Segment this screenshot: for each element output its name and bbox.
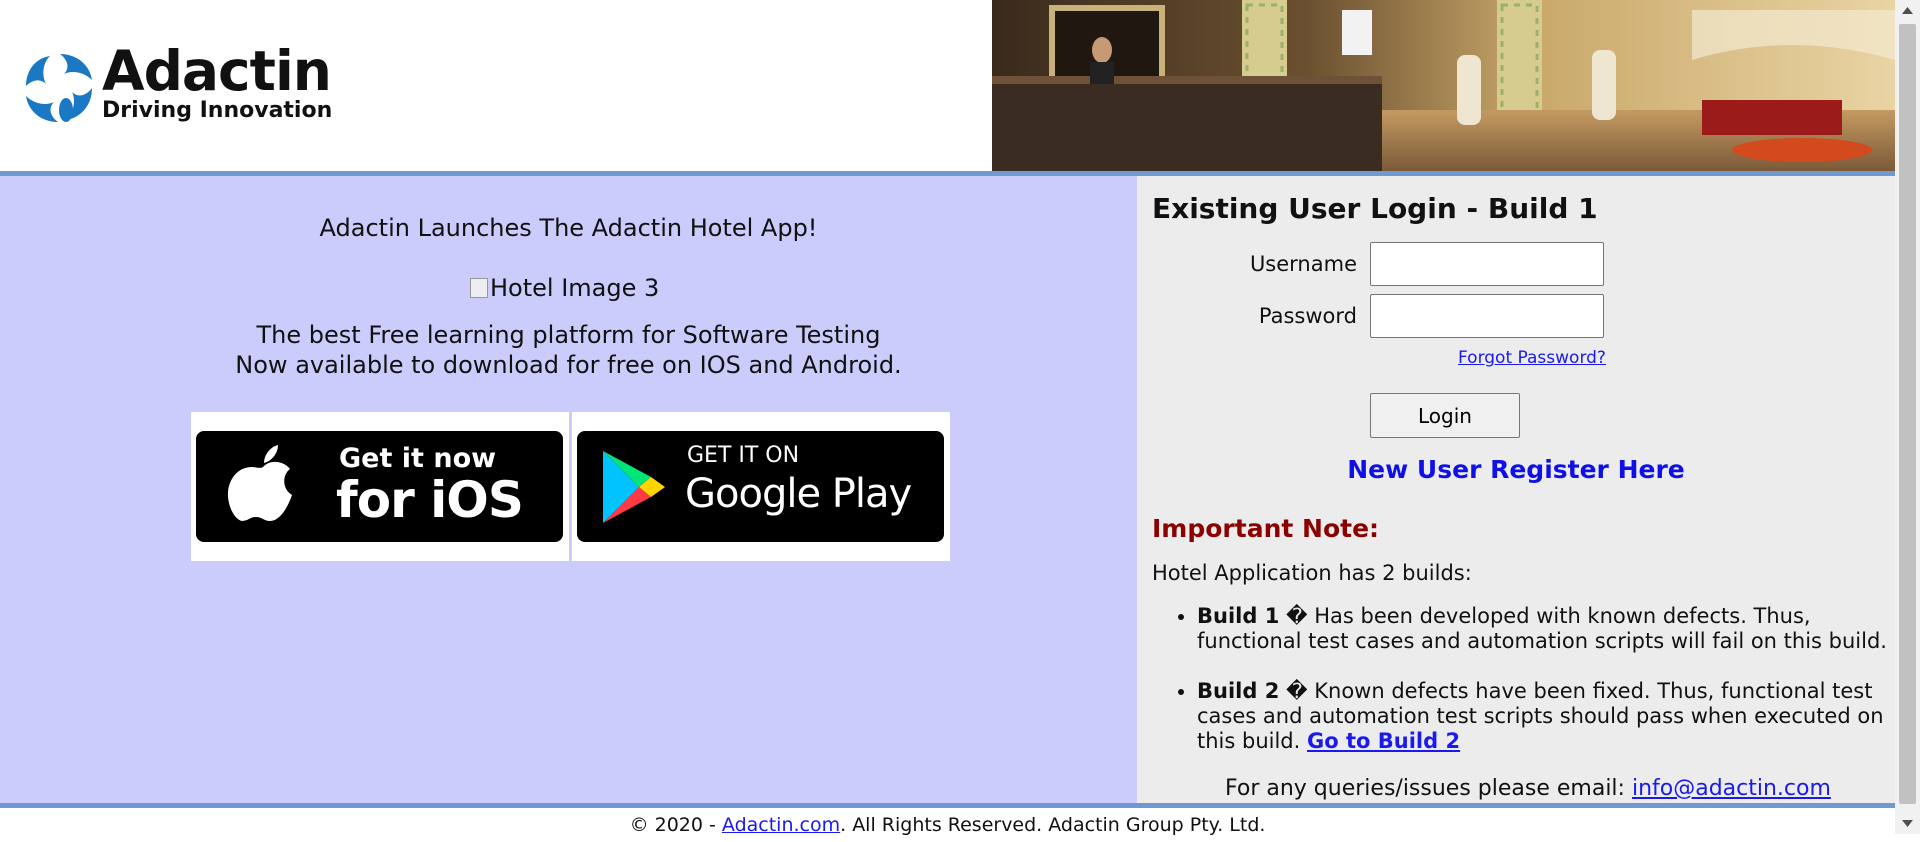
logo-tagline: Driving Innovation: [102, 98, 333, 123]
builds-list: Build 1 � Has been developed with known …: [1152, 604, 1892, 779]
build-1-name: Build 1: [1197, 604, 1280, 628]
username-input[interactable]: [1370, 242, 1604, 286]
register-link[interactable]: New User Register Here: [1137, 455, 1895, 484]
apple-icon: [227, 445, 292, 521]
site-header: Adactin Driving Innovation: [0, 0, 1895, 171]
list-item-build-1: Build 1 � Has been developed with known …: [1197, 604, 1892, 654]
app-store-badge-body: Get it now for iOS: [196, 431, 563, 542]
scroll-up-arrow-icon[interactable]: [1895, 0, 1920, 22]
scroll-down-arrow-icon[interactable]: [1895, 812, 1920, 834]
google-play-badge[interactable]: GET IT ON Google Play: [572, 412, 950, 561]
page: Adactin Driving Innovation Adactin Launc…: [0, 0, 1895, 836]
promo-blurb-line-2: Now available to download for free on IO…: [235, 351, 902, 379]
play-badge-small: GET IT ON: [687, 443, 800, 468]
contact-email-link[interactable]: info@adactin.com: [1632, 776, 1831, 801]
play-badge-large: Google Play: [685, 471, 912, 517]
adactin-swirl-icon: [26, 54, 92, 122]
build-2-separator: �: [1286, 679, 1308, 703]
password-input[interactable]: [1370, 294, 1604, 338]
ios-badge-small: Get it now: [339, 443, 497, 474]
site-footer: © 2020 - Adactin.com. All Rights Reserve…: [0, 808, 1895, 836]
app-store-badge[interactable]: Get it now for iOS: [191, 412, 569, 561]
vertical-scrollbar[interactable]: [1895, 0, 1920, 834]
adactin-logo[interactable]: Adactin Driving Innovation: [20, 40, 350, 130]
promo-blurb-line-1: The best Free learning platform for Soft…: [256, 321, 881, 349]
login-title: Existing User Login - Build 1: [1152, 192, 1598, 225]
google-play-badge-body: GET IT ON Google Play: [577, 431, 944, 542]
promo-headline: Adactin Launches The Adactin Hotel App!: [319, 214, 818, 242]
build-1-separator: �: [1286, 604, 1308, 628]
username-label: Username: [1249, 252, 1357, 276]
contact-line: For any queries/issues please email: inf…: [1225, 776, 1831, 801]
promo-blurb: The best Free learning platform for Soft…: [0, 320, 1137, 380]
important-note-title: Important Note:: [1152, 514, 1380, 543]
footer-adactin-link[interactable]: Adactin.com: [722, 814, 840, 836]
login-panel: Existing User Login - Build 1 Username P…: [1137, 176, 1895, 803]
hotel-image-broken: Hotel Image 3: [470, 274, 659, 302]
hotel-image-alt: Hotel Image 3: [490, 274, 660, 302]
contact-prefix: For any queries/issues please email:: [1225, 776, 1625, 801]
footer-rights: . All Rights Reserved. Adactin Group Pty…: [840, 814, 1266, 836]
google-play-icon: [603, 451, 665, 523]
list-item-build-2: Build 2 � Known defects have been fixed.…: [1197, 679, 1892, 754]
broken-image-icon: [470, 278, 488, 298]
login-button[interactable]: Login: [1370, 393, 1520, 438]
hotel-lobby-photo: [992, 0, 1895, 171]
ios-badge-large: for iOS: [336, 471, 524, 529]
logo-wordmark: Adactin: [102, 39, 332, 103]
password-label: Password: [1258, 304, 1357, 328]
go-to-build-2-link[interactable]: Go to Build 2: [1307, 729, 1460, 753]
build-2-name: Build 2: [1197, 679, 1280, 703]
scrollbar-thumb[interactable]: [1899, 24, 1916, 804]
builds-intro: Hotel Application has 2 builds:: [1152, 561, 1472, 585]
forgot-password-link[interactable]: Forgot Password?: [1458, 348, 1606, 368]
footer-copyright: © 2020 -: [629, 814, 716, 836]
promo-panel: Adactin Launches The Adactin Hotel App! …: [0, 176, 1137, 803]
